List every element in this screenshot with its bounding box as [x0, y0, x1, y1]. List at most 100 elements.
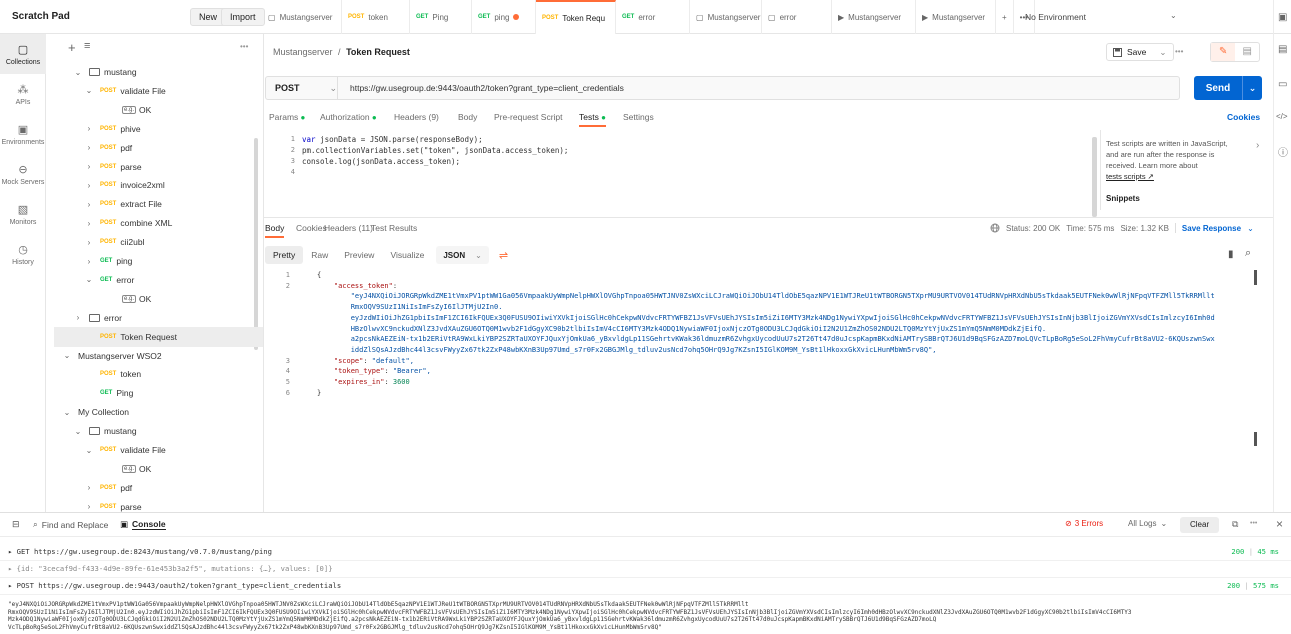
response-body[interactable]: 1 {2 "access_token": "eyJ4NXQiOiJORGRpWkd…: [265, 268, 1265, 418]
request-tab[interactable]: ▢ error: [762, 0, 832, 34]
import-button[interactable]: Import: [221, 8, 265, 26]
globe-icon[interactable]: [990, 223, 1000, 233]
chevron-down-icon[interactable]: ⌄: [1170, 11, 1177, 20]
rail-item-monitors[interactable]: ▧ Monitors: [0, 194, 46, 234]
url-input[interactable]: https://gw.usegroup.de:9443/oauth2/token…: [338, 83, 624, 93]
more-icon[interactable]: •••: [1175, 47, 1183, 56]
method-select[interactable]: POST ⌄: [266, 77, 338, 99]
tab-body[interactable]: Body: [458, 112, 477, 122]
tree-item[interactable]: › POST pdf: [54, 138, 263, 158]
console-entry[interactable]: ▸ POST https://gw.usegroup.de:9443/oauth…: [8, 581, 341, 590]
request-tab[interactable]: ▢ Mustangserver: [262, 0, 342, 34]
console-entry[interactable]: ▸ GET https://gw.usegroup.de:8243/mustan…: [8, 547, 272, 556]
chevron-down-icon[interactable]: ⌄: [84, 275, 94, 284]
chevron-down-icon[interactable]: ⌄: [62, 351, 72, 360]
tab-tests[interactable]: Tests ●: [579, 112, 606, 127]
add-icon[interactable]: +: [68, 40, 76, 55]
environment-select[interactable]: No Environment: [1025, 12, 1086, 22]
tree-item[interactable]: ⌄ POST validate File: [54, 81, 263, 101]
tests-editor[interactable]: 1 var jsonData = JSON.parse(responseBody)…: [265, 130, 1095, 210]
pane-divider[interactable]: [264, 217, 1274, 218]
clear-button[interactable]: Clear: [1180, 517, 1220, 533]
tree-item[interactable]: e.g. OK: [54, 100, 263, 120]
log-level-select[interactable]: All Logs ⌄: [1128, 519, 1167, 528]
copy-icon[interactable]: ⧉: [1232, 519, 1238, 530]
code-icon[interactable]: </>: [1276, 112, 1288, 121]
chevron-right-icon[interactable]: ›: [84, 162, 94, 171]
tab-authorization[interactable]: Authorization ●: [320, 112, 377, 122]
comment-icon[interactable]: ▭: [1278, 79, 1287, 90]
view-mode-pretty[interactable]: Pretty: [265, 246, 304, 264]
view-toggle[interactable]: ✎ ▤: [1210, 42, 1260, 62]
snippets-label[interactable]: Snippets: [1106, 194, 1140, 203]
rail-item-history[interactable]: ◷ History: [0, 234, 46, 274]
editor-scrollbar[interactable]: [1092, 137, 1097, 217]
response-tab-headers-11-[interactable]: Headers (11): [324, 223, 373, 233]
settings-icon[interactable]: ▣: [1278, 12, 1287, 23]
time-label[interactable]: Time: 575 ms: [1066, 224, 1114, 233]
tree-item[interactable]: e.g. OK: [54, 459, 263, 479]
tree-item[interactable]: ⌄ mustang: [54, 62, 263, 82]
view-mode-raw[interactable]: Raw: [303, 246, 336, 264]
request-tab[interactable]: POST Token Requ: [536, 0, 616, 34]
search-icon[interactable]: ⌕: [1245, 247, 1251, 260]
breadcrumb-parent[interactable]: Mustangserver: [273, 47, 333, 57]
chevron-down-icon[interactable]: ⌄: [73, 68, 83, 77]
send-button[interactable]: Send ⌄: [1194, 76, 1262, 100]
tab-settings[interactable]: Settings: [623, 112, 654, 122]
tests-help-link[interactable]: tests scripts ↗: [1106, 171, 1246, 182]
request-tab[interactable]: GET Ping: [410, 0, 472, 34]
chevron-right-icon[interactable]: ›: [84, 181, 94, 190]
chevron-right-icon[interactable]: ›: [73, 313, 83, 322]
chevron-right-icon[interactable]: ›: [84, 124, 94, 133]
close-icon[interactable]: ×: [1276, 517, 1283, 531]
more-icon[interactable]: •••: [1250, 520, 1257, 527]
size-label[interactable]: Size: 1.32 KB: [1120, 224, 1168, 233]
console-entry[interactable]: ▸ {id: "3cecaf9d-f433-4d9e-89fe-61e453b3…: [8, 564, 333, 573]
request-tab[interactable]: ▢ Mustangserver: [690, 0, 762, 34]
wrap-lines-icon[interactable]: ⇌: [499, 249, 508, 262]
chevron-down-icon[interactable]: ⌄: [84, 446, 94, 455]
view-mode-preview[interactable]: Preview: [336, 246, 382, 264]
save-button[interactable]: Save ⌄: [1106, 43, 1174, 61]
chevron-right-icon[interactable]: ›: [1256, 140, 1259, 151]
status-label[interactable]: Status: 200 OK: [1006, 224, 1060, 233]
cookies-link[interactable]: Cookies: [1227, 112, 1260, 122]
tree-item[interactable]: POST token: [54, 364, 263, 384]
tree-item[interactable]: › POST parse: [54, 497, 263, 512]
request-tab[interactable]: ▶ Mustangserver: [916, 0, 996, 34]
response-tab-cookies[interactable]: Cookies: [296, 223, 327, 233]
chevron-right-icon[interactable]: ›: [84, 257, 94, 266]
format-select[interactable]: JSON ⌄: [436, 246, 489, 264]
more-icon[interactable]: •••: [240, 42, 248, 51]
doc-icon[interactable]: ▤: [1235, 43, 1259, 61]
chevron-right-icon[interactable]: ›: [84, 219, 94, 228]
info-icon[interactable]: ⓘ: [1278, 144, 1288, 159]
tab-headers-9-[interactable]: Headers (9): [394, 112, 439, 122]
tab-params[interactable]: Params ●: [269, 112, 305, 122]
tree-item[interactable]: POST Token Request: [54, 326, 263, 347]
chevron-down-icon[interactable]: ⌄: [73, 427, 83, 436]
rail-item-environments[interactable]: ▣ Environments: [0, 114, 46, 154]
edit-icon[interactable]: ✎: [1211, 43, 1236, 61]
rail-item-apis[interactable]: ⁂ APIs: [0, 74, 46, 114]
chevron-right-icon[interactable]: ›: [84, 143, 94, 152]
tree-item[interactable]: › POST parse: [54, 157, 263, 177]
tree-item[interactable]: › POST cii2ubl: [54, 232, 263, 252]
add-tab-icon[interactable]: +: [996, 0, 1014, 34]
tree-item[interactable]: GET Ping: [54, 383, 263, 403]
chevron-down-icon[interactable]: ⌄: [62, 408, 72, 417]
response-tab-body[interactable]: Body: [265, 223, 285, 238]
request-tab[interactable]: POST token: [342, 0, 410, 34]
chevron-down-icon[interactable]: ⌄: [1243, 83, 1262, 94]
tab-pre-request-script[interactable]: Pre-request Script: [494, 112, 563, 122]
tree-item[interactable]: › POST invoice2xml: [54, 175, 263, 195]
view-mode-visualize[interactable]: Visualize: [382, 246, 432, 264]
tree-item[interactable]: › POST combine XML: [54, 213, 263, 233]
chevron-right-icon[interactable]: ›: [84, 200, 94, 209]
find-replace-button[interactable]: ⌕ Find and Replace: [33, 519, 108, 530]
chevron-down-icon[interactable]: ⌄: [84, 86, 94, 95]
console-tab[interactable]: ▣ Console: [120, 519, 166, 530]
tree-item[interactable]: › GET ping: [54, 251, 263, 271]
request-tab[interactable]: GET ping: [472, 0, 536, 34]
